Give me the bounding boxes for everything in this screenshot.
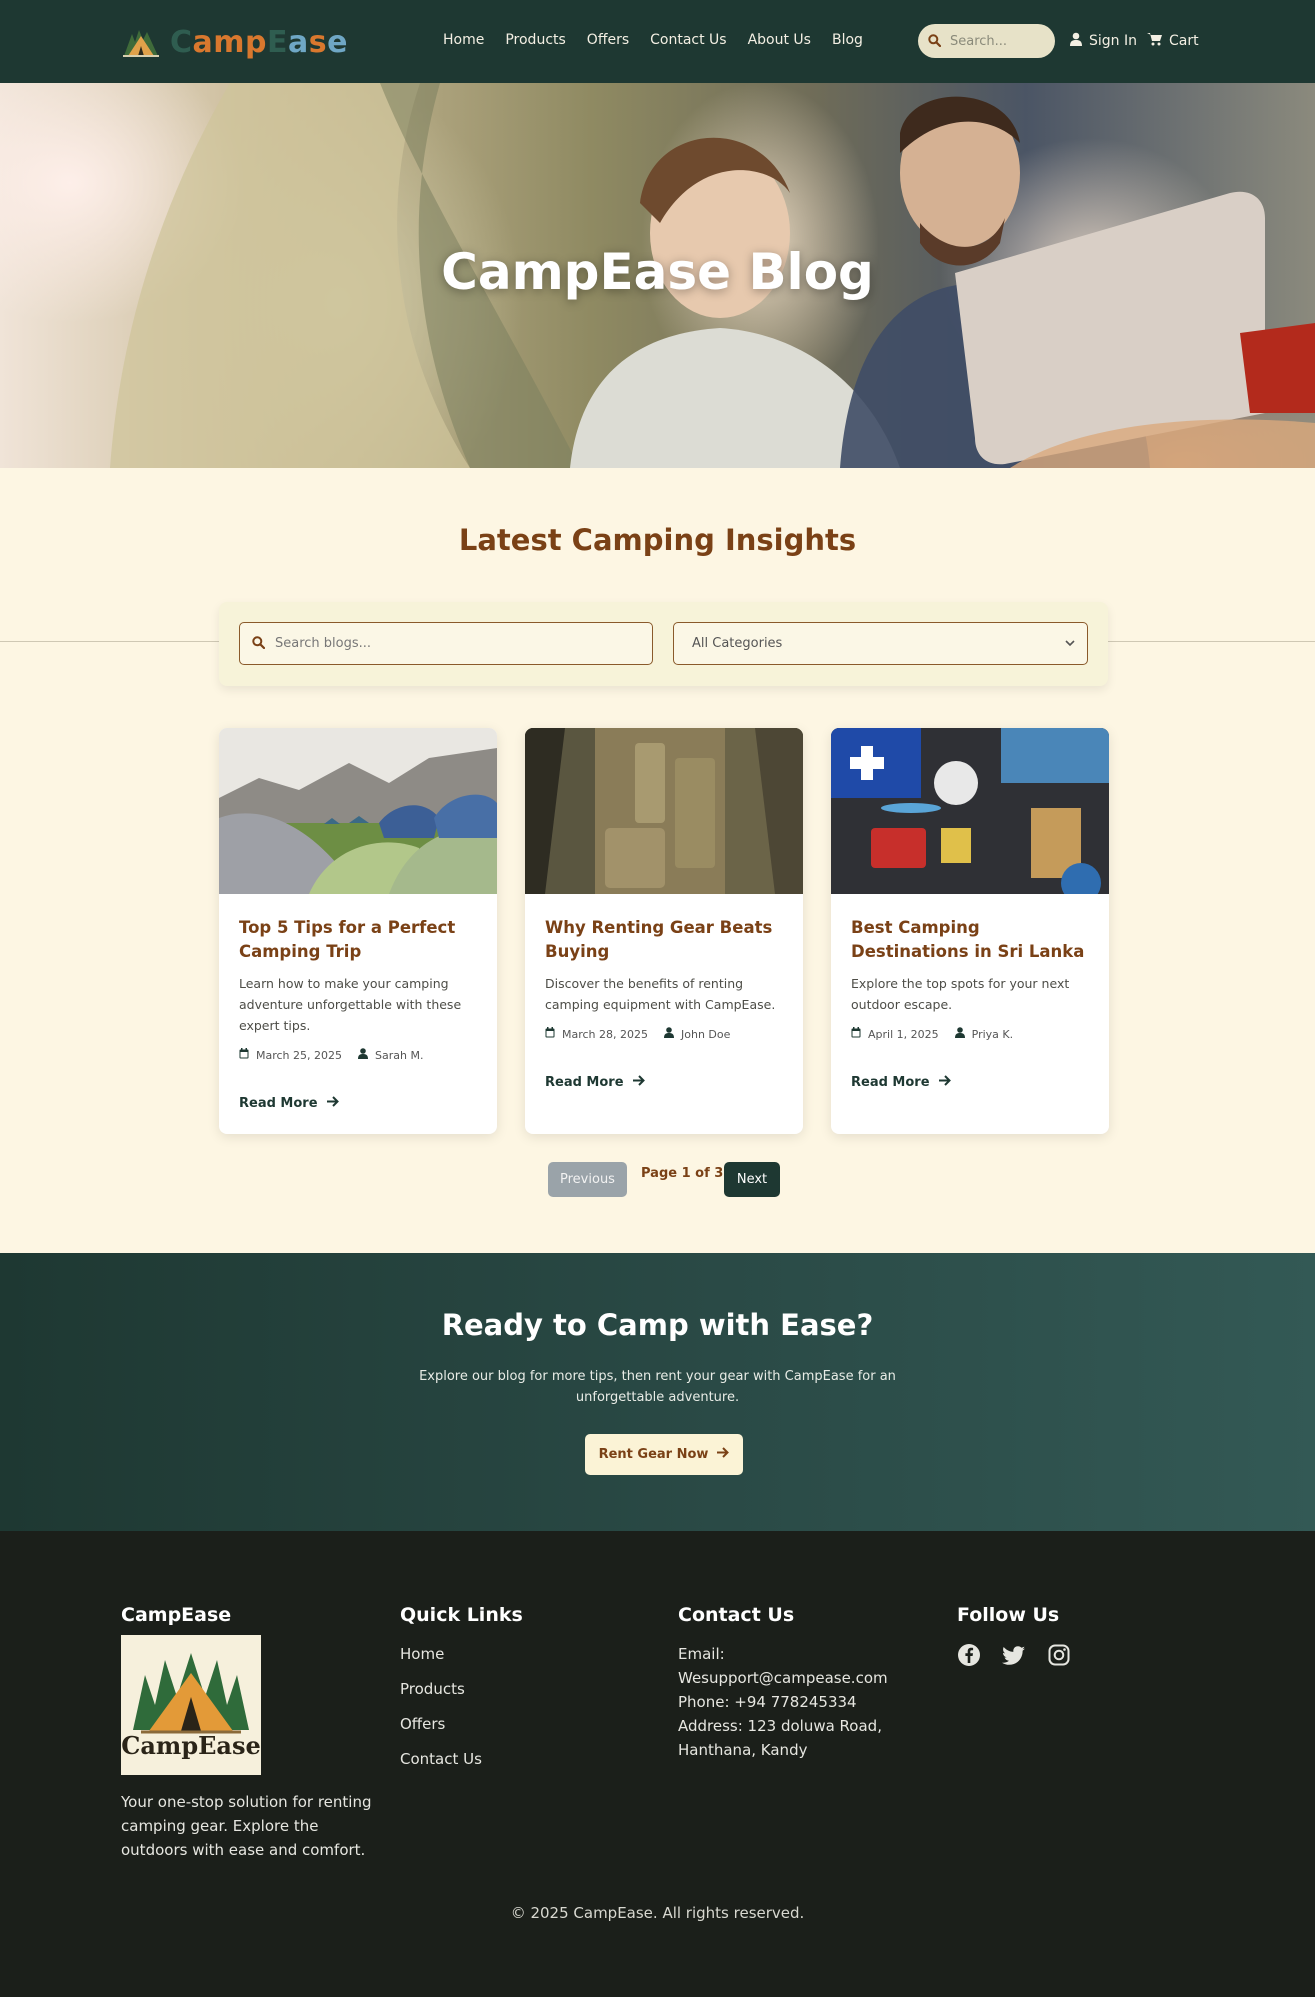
author-icon — [358, 1048, 369, 1062]
sign-in-label: Sign In — [1089, 33, 1137, 49]
card-title[interactable]: Best Camping Destinations in Sri Lanka — [851, 916, 1089, 964]
user-icon — [1070, 32, 1082, 50]
quick-links: Home Products Offers Contact Us — [400, 1642, 482, 1771]
nav-link-products[interactable]: Products — [505, 32, 565, 48]
author-icon — [664, 1027, 675, 1041]
nav-links: Home Products Offers Contact Us About Us… — [443, 32, 863, 48]
footer-brand-heading: CampEase — [121, 1604, 232, 1626]
rent-gear-button[interactable]: Rent Gear Now — [585, 1434, 743, 1475]
nav-search-box[interactable] — [918, 24, 1055, 58]
contact-heading: Contact Us — [678, 1604, 795, 1626]
previous-button[interactable]: Previous — [548, 1162, 627, 1197]
nav-link-home[interactable]: Home — [443, 32, 484, 48]
twitter-icon[interactable] — [1002, 1643, 1026, 1667]
social-links — [957, 1643, 1071, 1667]
cart-link[interactable]: Cart — [1147, 32, 1199, 50]
card-image-backpack — [525, 728, 803, 894]
hero-banner: CampEase Blog — [0, 83, 1315, 468]
card-title[interactable]: Why Renting Gear Beats Buying — [545, 916, 783, 964]
footer-logo: CampEase — [121, 1635, 261, 1775]
section-title: Latest Camping Insights — [458, 523, 857, 557]
read-more-link[interactable]: Read More — [545, 1075, 783, 1090]
sign-in-link[interactable]: Sign In — [1070, 32, 1137, 50]
read-more-label: Read More — [239, 1096, 318, 1111]
cta-text: Explore our blog for more tips, then ren… — [419, 1369, 896, 1405]
contact-address: Address: 123 doluwa Road, Hanthana, Kand… — [678, 1717, 882, 1759]
brand-logo[interactable]: CampEase — [120, 22, 348, 62]
instagram-icon[interactable] — [1047, 1643, 1071, 1667]
arrow-right-icon — [632, 1075, 645, 1090]
nav-link-blog[interactable]: Blog — [832, 32, 863, 48]
next-button[interactable]: Next — [724, 1162, 780, 1197]
card-excerpt: Discover the benefits of renting camping… — [545, 976, 776, 1012]
blog-card[interactable]: Best Camping Destinations in Sri Lanka E… — [831, 728, 1109, 1134]
nav-link-offers[interactable]: Offers — [587, 32, 629, 48]
card-title[interactable]: Top 5 Tips for a Perfect Camping Trip — [239, 916, 477, 964]
nav-link-contact[interactable]: Contact Us — [650, 32, 726, 48]
search-icon — [252, 634, 266, 653]
post-date: April 1, 2025 — [868, 1027, 939, 1041]
calendar-icon — [545, 1027, 555, 1041]
footer-link-offers[interactable]: Offers — [400, 1712, 482, 1736]
calendar-icon — [239, 1048, 249, 1062]
blog-filter-bar: All Categories — [219, 602, 1108, 686]
contact-email[interactable]: Email: Wesupport@campease.com — [678, 1642, 928, 1690]
page-indicator: Page 1 of 3 — [641, 1166, 724, 1181]
footer: CampEase CampEase Your one-stop solution… — [0, 1531, 1315, 1997]
blog-card[interactable]: Why Renting Gear Beats Buying Discover t… — [525, 728, 803, 1134]
category-select[interactable]: All Categories — [673, 622, 1088, 665]
hero-title: CampEase Blog — [441, 243, 874, 301]
arrow-right-icon — [717, 1447, 730, 1462]
nav-search-input[interactable] — [950, 33, 1045, 49]
calendar-icon — [851, 1027, 861, 1041]
footer-logo-text: CampEase — [121, 1731, 261, 1760]
read-more-label: Read More — [545, 1075, 624, 1090]
facebook-icon[interactable] — [957, 1643, 981, 1667]
arrow-right-icon — [326, 1096, 339, 1111]
cta-title: Ready to Camp with Ease? — [441, 1308, 874, 1342]
read-more-link[interactable]: Read More — [851, 1075, 1089, 1090]
card-meta: March 25, 2025 Sarah M. — [239, 1048, 477, 1062]
contact-phone: Phone: +94 778245334 — [678, 1693, 857, 1711]
brand-wordmark: CampEase — [170, 24, 348, 60]
contact-info: Email: Wesupport@campease.com Phone: +94… — [678, 1642, 928, 1762]
cart-icon — [1147, 32, 1162, 50]
cart-label: Cart — [1169, 33, 1199, 49]
post-author: John Doe — [681, 1027, 731, 1041]
arrow-right-icon — [938, 1075, 951, 1090]
tent-logo-icon — [120, 24, 162, 60]
cta-section: Ready to Camp with Ease? Explore our blo… — [0, 1253, 1315, 1531]
quick-links-heading: Quick Links — [400, 1604, 523, 1626]
chevron-down-icon — [1065, 636, 1075, 651]
search-icon — [928, 32, 942, 51]
card-image-tents — [219, 728, 497, 894]
read-more-label: Read More — [851, 1075, 930, 1090]
card-meta: March 28, 2025 John Doe — [545, 1027, 783, 1041]
author-icon — [954, 1027, 965, 1041]
pagination: Previous Page 1 of 3 Next — [0, 1162, 1315, 1198]
footer-link-products[interactable]: Products — [400, 1677, 482, 1701]
card-excerpt: Learn how to make your camping adventure… — [239, 976, 462, 1033]
post-author: Sarah M. — [375, 1048, 424, 1062]
card-excerpt: Explore the top spots for your next outd… — [851, 976, 1070, 1012]
follow-heading: Follow Us — [957, 1604, 1060, 1626]
footer-link-contact[interactable]: Contact Us — [400, 1747, 482, 1771]
post-date: March 25, 2025 — [256, 1048, 343, 1062]
copyright: © 2025 CampEase. All rights reserved. — [510, 1904, 805, 1922]
rent-gear-label: Rent Gear Now — [598, 1447, 709, 1462]
footer-link-home[interactable]: Home — [400, 1642, 482, 1666]
card-meta: April 1, 2025 Priya K. — [851, 1027, 1089, 1041]
category-selected-value: All Categories — [692, 636, 783, 651]
card-image-first-aid-kit — [831, 728, 1109, 894]
nav-link-about[interactable]: About Us — [748, 32, 811, 48]
post-author: Priya K. — [971, 1027, 1014, 1041]
post-date: March 28, 2025 — [562, 1027, 649, 1041]
blog-card[interactable]: Top 5 Tips for a Perfect Camping Trip Le… — [219, 728, 497, 1134]
blog-search-input[interactable] — [275, 636, 635, 651]
navbar: CampEase Home Products Offers Contact Us… — [0, 0, 1315, 83]
blog-search-box[interactable] — [239, 622, 653, 665]
footer-about: Your one-stop solution for renting campi… — [121, 1793, 372, 1859]
read-more-link[interactable]: Read More — [239, 1096, 477, 1111]
